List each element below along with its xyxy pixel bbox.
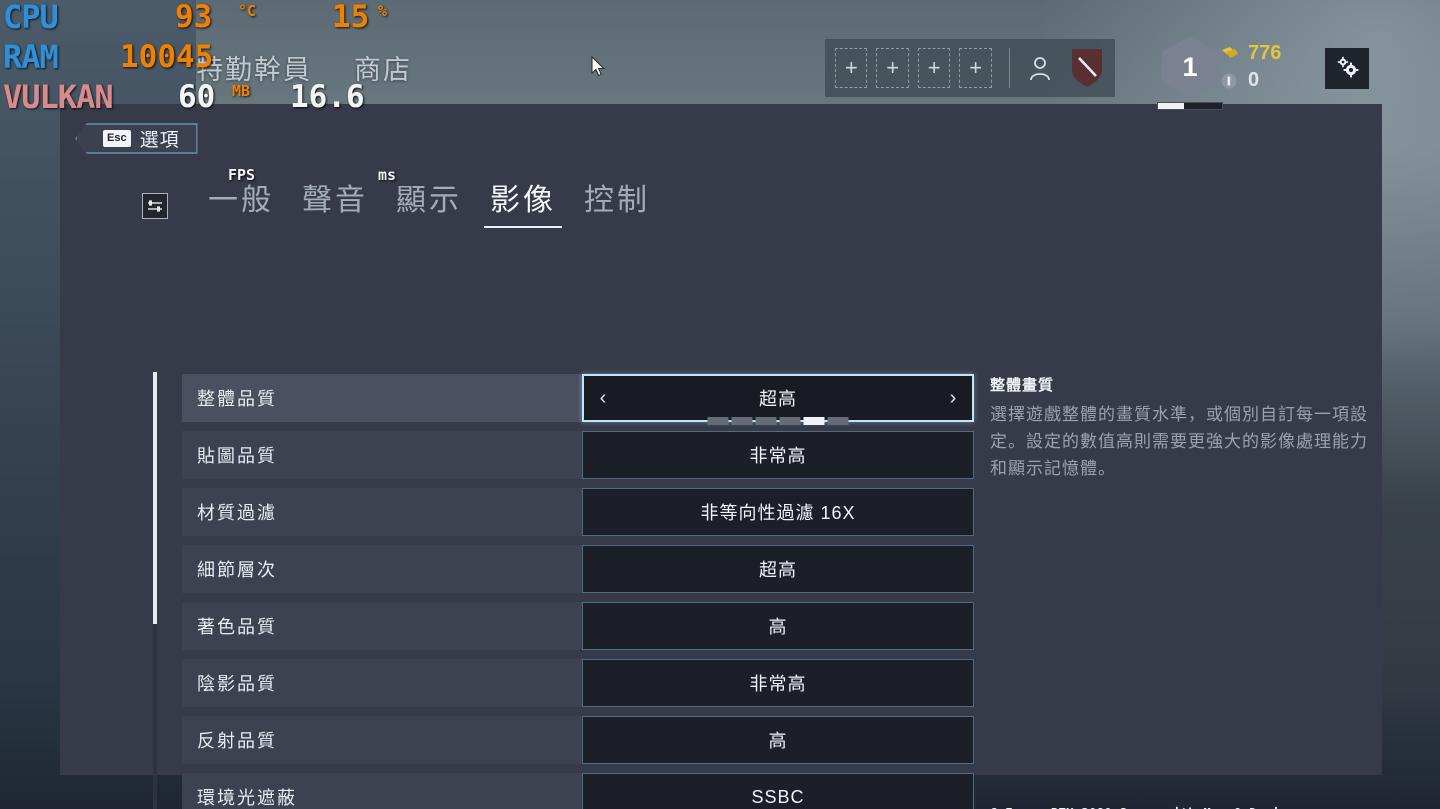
level-badge: 1 bbox=[1162, 36, 1218, 98]
level-progress-fill bbox=[1158, 103, 1184, 109]
renown-icon bbox=[1220, 45, 1240, 63]
setting-value-texture-quality: 非常高 bbox=[749, 446, 807, 466]
credits-value: 0 bbox=[1248, 69, 1260, 91]
table-row[interactable]: 著色品質 高 bbox=[182, 602, 974, 650]
segment-4 bbox=[779, 417, 801, 425]
setting-label-shadow-quality: 陰影品質 bbox=[197, 674, 277, 694]
setting-control-lod[interactable]: 超高 bbox=[582, 545, 974, 593]
game-options-screen: 特勤幹員 商店 + + + + 1 776 0 Esc 選項 一般 聲音 顯示 … bbox=[0, 0, 1440, 809]
setting-control-texture-quality[interactable]: 非常高 bbox=[582, 431, 974, 479]
tab-graphics[interactable]: 影像 bbox=[476, 182, 570, 228]
back-button[interactable]: Esc 選項 bbox=[75, 123, 198, 154]
loadout-slot-4[interactable]: + bbox=[959, 48, 992, 88]
tab-display[interactable]: 顯示 bbox=[382, 182, 476, 228]
setting-label-texture-quality: 貼圖品質 bbox=[197, 446, 277, 466]
setting-label-texture-filtering: 材質過濾 bbox=[197, 503, 277, 523]
back-button-label: 選項 bbox=[139, 130, 180, 151]
quality-segment-indicator bbox=[707, 417, 849, 425]
credits-icon bbox=[1220, 72, 1240, 90]
setting-description-panel: 整體畫質 選擇遊戲整體的畫質水準，或個別自訂每一項設定。設定的數值高則需要更強大… bbox=[990, 374, 1372, 483]
setting-control-overall-quality[interactable]: ‹ 超高 › bbox=[582, 374, 974, 425]
loadout-bar: + + + + bbox=[825, 39, 1115, 97]
setting-control-texture-filtering[interactable]: 非等向性過濾 16X bbox=[582, 488, 974, 536]
setting-control-reflection-quality[interactable]: 高 bbox=[582, 716, 974, 764]
settings-scrollbar-track[interactable] bbox=[153, 372, 157, 809]
setting-value-overall-quality: 超高 bbox=[759, 389, 797, 409]
game-top-nav: 特勤幹員 商店 bbox=[196, 48, 412, 87]
setting-control-shadow-quality[interactable]: 非常高 bbox=[582, 659, 974, 707]
segment-6 bbox=[827, 417, 849, 425]
table-row[interactable]: 環境光遮蔽 SSBC bbox=[182, 773, 974, 809]
tab-audio[interactable]: 聲音 bbox=[288, 182, 382, 228]
segment-3 bbox=[755, 417, 777, 425]
segment-5 bbox=[803, 417, 825, 425]
credits-row: 0 bbox=[1220, 67, 1340, 94]
nav-item-shop[interactable]: 商店 bbox=[354, 48, 412, 87]
renown-row: 776 bbox=[1220, 40, 1340, 67]
tab-general[interactable]: 一般 bbox=[194, 182, 288, 228]
table-row[interactable]: 陰影品質 非常高 bbox=[182, 659, 974, 707]
setting-value-lod: 超高 bbox=[759, 560, 797, 580]
shield-icon[interactable] bbox=[1069, 47, 1105, 89]
setting-label-ambient-occlusion: 環境光遮蔽 bbox=[197, 788, 297, 808]
chevron-right-icon[interactable]: › bbox=[936, 376, 970, 420]
description-body: 選擇遊戲整體的畫質水準，或個別自訂每一項設定。設定的數值高則需要更強大的影像處理… bbox=[990, 405, 1368, 479]
setting-value-ambient-occlusion: SSBC bbox=[751, 786, 805, 807]
person-icon[interactable] bbox=[1027, 48, 1054, 88]
table-row[interactable]: 材質過濾 非等向性過濾 16X bbox=[182, 488, 974, 536]
setting-value-texture-filtering: 非等向性過濾 16X bbox=[700, 503, 856, 523]
setting-value-shading-quality: 高 bbox=[768, 617, 788, 637]
setting-value-reflection-quality: 高 bbox=[768, 731, 788, 751]
sliders-icon bbox=[142, 192, 168, 219]
setting-label-overall-quality: 整體品質 bbox=[197, 389, 277, 409]
currency-panel: 776 0 bbox=[1220, 40, 1340, 94]
hud-divider bbox=[1008, 48, 1010, 88]
segment-2 bbox=[731, 417, 753, 425]
hud: + + + + 1 776 0 bbox=[820, 0, 1440, 110]
setting-label-lod: 細節層次 bbox=[197, 560, 277, 580]
setting-label-reflection-quality: 反射品質 bbox=[197, 731, 277, 751]
tab-controls[interactable]: 控制 bbox=[570, 182, 664, 228]
chevron-left-icon[interactable]: ‹ bbox=[586, 376, 620, 420]
gears-icon bbox=[1333, 52, 1361, 85]
table-row[interactable]: 反射品質 高 bbox=[182, 716, 974, 764]
options-panel: Esc 選項 一般 聲音 顯示 影像 控制 整體品質 ‹ 超高 › 貼圖品質 非… bbox=[60, 104, 1382, 809]
esc-keycap: Esc bbox=[103, 130, 131, 147]
level-progress-bar bbox=[1157, 102, 1223, 110]
setting-control-shading-quality[interactable]: 高 bbox=[582, 602, 974, 650]
loadout-slot-1[interactable]: + bbox=[835, 48, 868, 88]
setting-label-shading-quality: 著色品質 bbox=[197, 617, 277, 637]
segment-1 bbox=[707, 417, 729, 425]
settings-list: 整體品質 ‹ 超高 › 貼圖品質 非常高 材質過濾 非等向性過濾 16X 細節層… bbox=[182, 374, 974, 809]
nav-item-operators[interactable]: 特勤幹員 bbox=[196, 48, 312, 87]
player-level: 1 bbox=[1150, 36, 1230, 110]
setting-value-shadow-quality: 非常高 bbox=[749, 674, 807, 694]
tab-bar: 一般 聲音 顯示 影像 控制 bbox=[142, 182, 664, 228]
renown-value: 776 bbox=[1248, 42, 1282, 64]
setting-control-ambient-occlusion[interactable]: SSBC bbox=[582, 773, 974, 809]
mouse-cursor bbox=[591, 55, 607, 83]
loadout-slot-3[interactable]: + bbox=[917, 48, 951, 88]
table-row[interactable]: 貼圖品質 非常高 bbox=[182, 431, 974, 479]
settings-scrollbar-thumb[interactable] bbox=[153, 372, 157, 624]
settings-gear-button[interactable] bbox=[1325, 48, 1369, 89]
table-row[interactable]: 整體品質 ‹ 超高 › bbox=[182, 374, 974, 425]
description-title: 整體畫質 bbox=[990, 377, 1055, 394]
table-row[interactable]: 細節層次 超高 bbox=[182, 545, 974, 593]
loadout-slot-2[interactable]: + bbox=[876, 48, 909, 88]
